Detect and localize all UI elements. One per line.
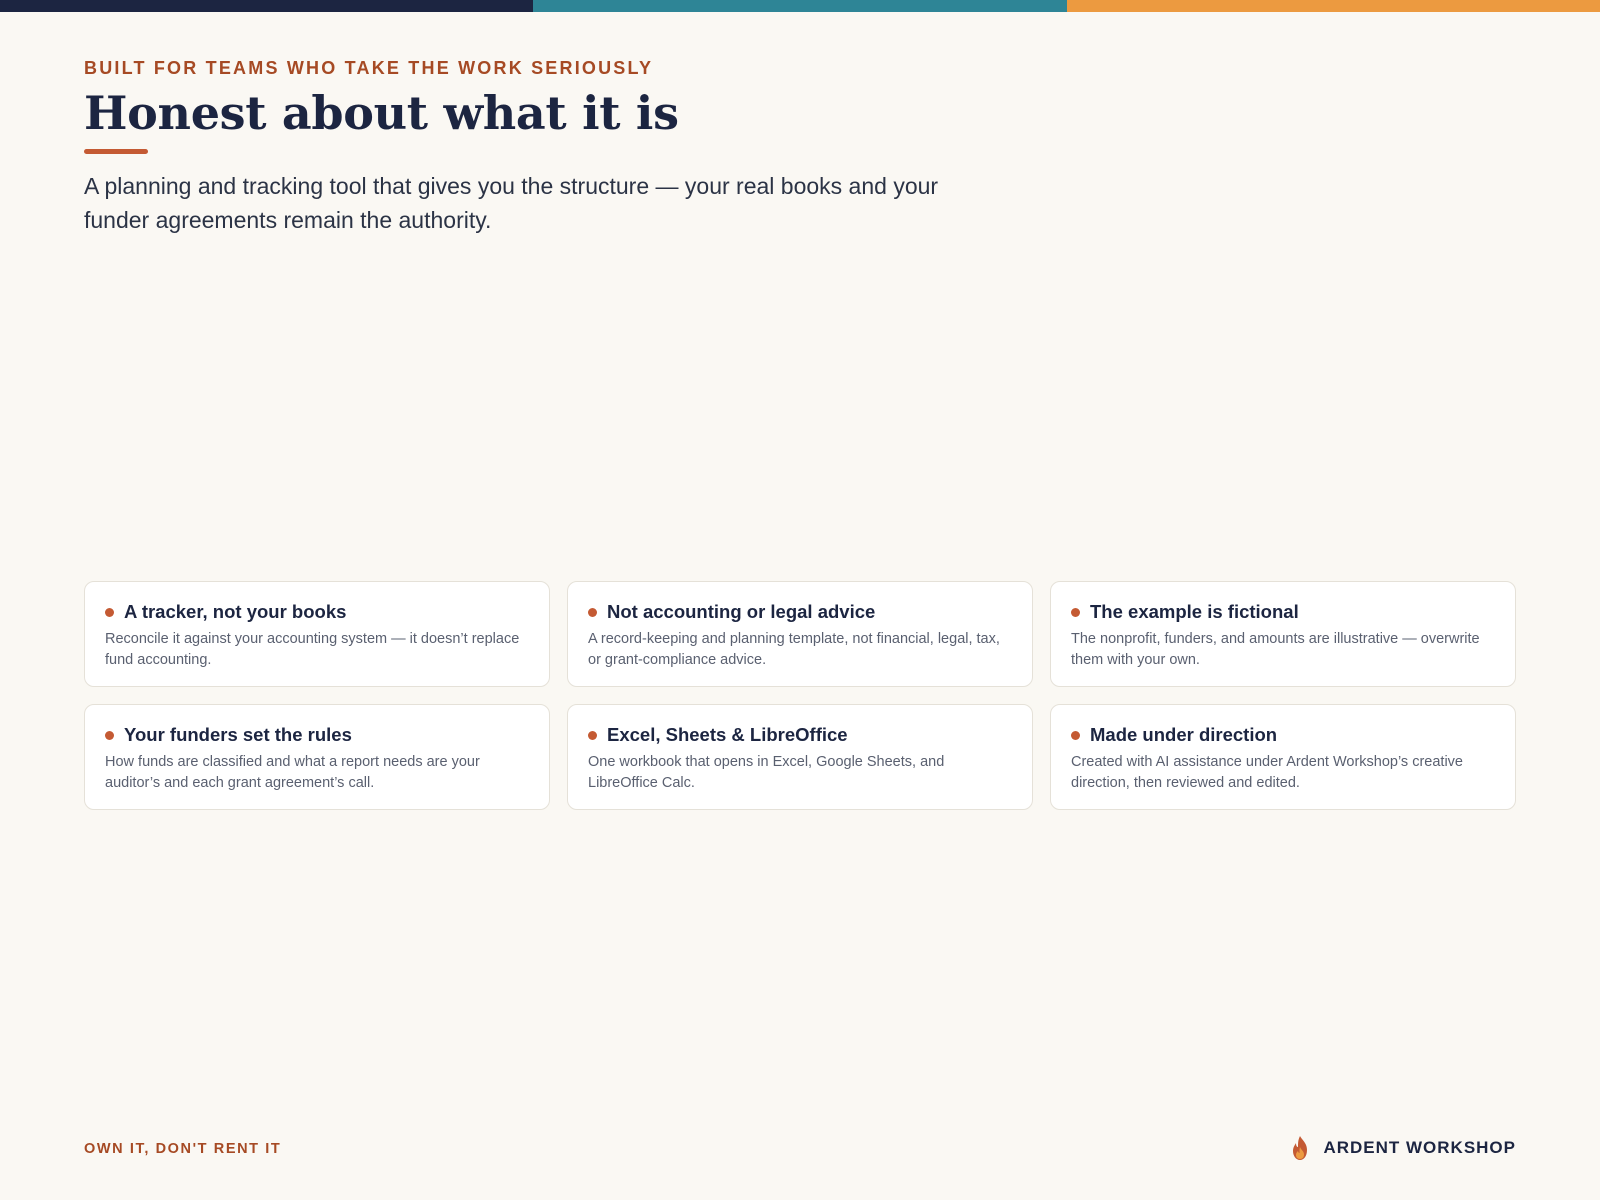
card-tracker: A tracker, not your books Reconcile it a… [84,581,550,687]
page-title: Honest about what it is [84,86,679,140]
disclaimer-cards: A tracker, not your books Reconcile it a… [84,581,1516,810]
bullet-dot-icon [588,730,597,740]
bullet-dot-icon [105,730,114,740]
card-title: Not accounting or legal advice [607,601,876,622]
bullet-dot-icon [588,607,597,617]
accent-bar-orange [1066,0,1600,12]
footer-tagline: OWN IT, DON'T RENT IT [84,1141,282,1157]
card-compatibility: Excel, Sheets & LibreOffice One workbook… [567,704,1033,810]
card-made-under-direction: Made under direction Created with AI ass… [1050,704,1516,810]
card-description: How funds are classified and what a repo… [105,754,480,791]
flame-icon [1293,1136,1308,1160]
accent-bar-teal [533,0,1067,12]
card-heading: Your funders set the rules [105,723,529,747]
eyebrow-text: BUILT FOR TEAMS WHO TAKE THE WORK SERIOU… [84,58,654,78]
lede-paragraph: A planning and tracking tool that gives … [84,173,939,233]
bullet-dot-icon [1071,730,1080,740]
card-title: A tracker, not your books [124,601,347,622]
bullet-dot-icon [105,607,114,617]
card-title: Made under direction [1090,724,1278,745]
title-underline [84,149,148,154]
footer-brand: ARDENT WORKSHOP [1289,1135,1516,1161]
card-heading: The example is fictional [1071,600,1495,624]
card-heading: Made under direction [1071,723,1495,747]
card-title: Your funders set the rules [124,724,352,745]
brand-name: ARDENT WORKSHOP [1323,1138,1516,1157]
card-description: The nonprofit, funders, and amounts are … [1071,631,1480,668]
card-description: One workbook that opens in Excel, Google… [588,754,945,791]
card-title: Excel, Sheets & LibreOffice [607,724,848,745]
card-heading: Not accounting or legal advice [588,600,1012,624]
card-description: Created with AI assistance under Ardent … [1071,754,1463,791]
card-heading: A tracker, not your books [105,600,529,624]
card-title: The example is fictional [1090,601,1299,622]
accent-bar-navy [0,0,534,12]
bullet-dot-icon [1071,607,1080,617]
card-fictional: The example is fictional The nonprofit, … [1050,581,1516,687]
card-heading: Excel, Sheets & LibreOffice [588,723,1012,747]
card-description: Reconcile it against your accounting sys… [105,631,520,668]
card-description: A record-keeping and planning template, … [588,631,1000,668]
top-accent-bar [0,0,1600,12]
card-funders-rules: Your funders set the rules How funds are… [84,704,550,810]
card-not-advice: Not accounting or legal advice A record-… [567,581,1033,687]
